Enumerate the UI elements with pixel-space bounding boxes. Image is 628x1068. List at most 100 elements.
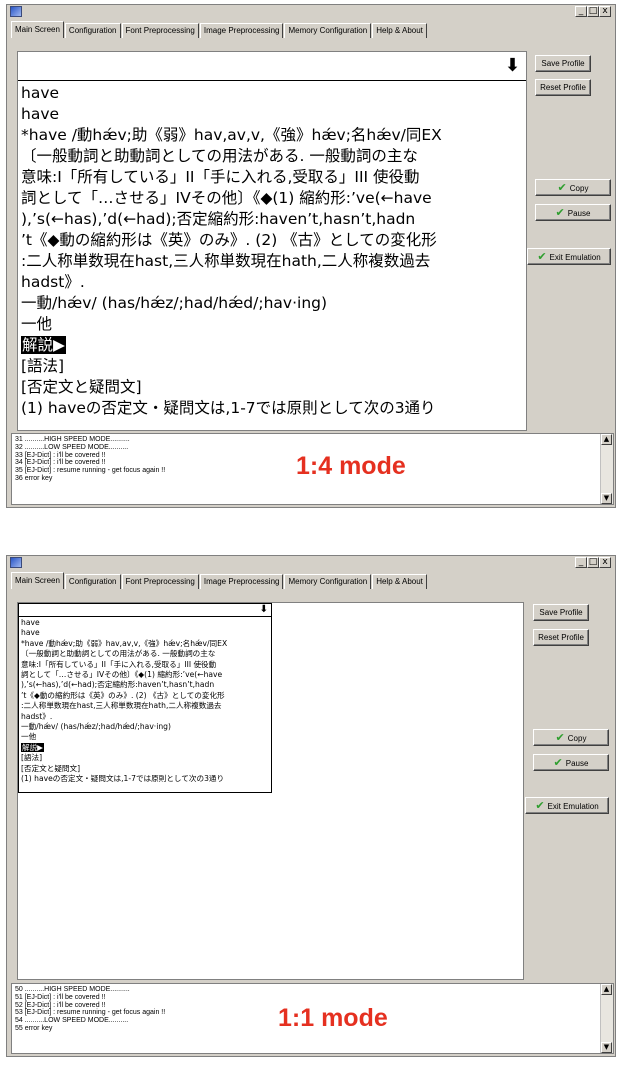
check-icon: ✔ (555, 206, 565, 219)
tab-main-screen[interactable]: Main Screen (11, 21, 64, 38)
log-line: 50 ..........HIGH SPEED MODE.......... (15, 986, 130, 993)
device-screen-1x1: ⬇ have have *have /動hǽv;助《弱》hav,av,v,《強》… (18, 603, 272, 793)
maximize-button[interactable]: □ (587, 557, 599, 568)
dict-line: hadst》. (21, 711, 53, 721)
dict-line: 解説▶ (21, 335, 523, 356)
commentary-badge: 解説▶ (21, 742, 45, 752)
dict-line: have (21, 628, 40, 638)
emulator-screen[interactable]: ⬇ have have *have /動hǽv;助《弱》hav,av,v,《強》… (17, 51, 527, 431)
scroll-down-icon[interactable]: ▼ (601, 493, 612, 504)
down-arrow-icon: ⬇ (259, 604, 268, 615)
commentary-badge: 解説▶ (21, 336, 66, 354)
tab-configuration[interactable]: Configuration (64, 23, 121, 38)
mode-caption-2: 1:1 mode (278, 1004, 388, 1032)
dict-line: 一動/hǽv/ (has/hǽz/;had/hǽd/;hav·ing) (21, 294, 328, 312)
dict-line: have (21, 105, 60, 123)
dict-line: *have /動hǽv;助《弱》hav,av,v,《強》hǽv;名hǽv/同EX (21, 126, 442, 144)
dict-line: ),’s(←has),’d(←had);否定縮約形:haven’t,hasn’t… (21, 210, 416, 228)
check-icon: ✔ (557, 181, 567, 194)
close-button[interactable]: x (599, 6, 611, 17)
app-icon (10, 557, 22, 568)
dict-line: hadst》. (21, 273, 85, 291)
dict-line: have (21, 618, 40, 627)
close-button[interactable]: x (599, 557, 611, 568)
dict-line: ),’s(←has),’d(←had);否定縮約形:haven’t,hasn’t… (21, 680, 215, 690)
dict-line: 一他 (21, 732, 37, 742)
reset-profile-button[interactable]: Reset Profile (535, 79, 591, 96)
emulator-screen[interactable]: ⬇ have have *have /動hǽv;助《弱》hav,av,v,《強》… (17, 602, 524, 980)
window-controls: _ □ x (575, 557, 611, 568)
dict-line: 意味:I「所有している」II「手に入れる,受取る」III 使役動 (21, 659, 217, 669)
title-bar[interactable]: _ □ x (7, 556, 615, 570)
window-controls: _ □ x (575, 6, 611, 17)
dict-line: (1) haveの否定文・疑問文は,1-7では原則として次の3通り (21, 399, 436, 417)
exit-emulation-button[interactable]: ✔ Exit Emulation (527, 248, 611, 265)
screen-header-bar: ⬇ (18, 52, 526, 81)
tab-configuration[interactable]: Configuration (64, 574, 121, 589)
dict-line: ’t《◆動の縮約形は《英》のみ》. (2) 《古》としての変化形 (21, 690, 225, 700)
check-icon: ✔ (535, 799, 545, 812)
dict-line: 〔一般動詞と助動詞としての用法がある. 一般動詞の主な (21, 649, 216, 659)
tab-main-screen[interactable]: Main Screen (11, 572, 64, 589)
dict-line: [語法] (21, 357, 65, 375)
tab-bar: Main Screen Configuration Font Preproces… (11, 21, 428, 38)
pause-label: Pause (565, 759, 589, 768)
dictionary-text: have have *have /動hǽv;助《弱》hav,av,v,《強》hǽ… (18, 81, 526, 421)
tab-font-preprocessing[interactable]: Font Preprocessing (121, 23, 199, 38)
tab-font-preprocessing[interactable]: Font Preprocessing (121, 574, 199, 589)
minimize-button[interactable]: _ (575, 557, 587, 568)
tab-image-preprocessing[interactable]: Image Preprocessing (199, 23, 284, 38)
tab-memory-configuration[interactable]: Memory Configuration (284, 23, 372, 38)
tab-help-about[interactable]: Help & About (372, 23, 427, 38)
log-scrollbar[interactable]: ▲ ▼ (600, 434, 613, 504)
tab-image-preprocessing[interactable]: Image Preprocessing (199, 574, 284, 589)
scroll-up-icon[interactable]: ▲ (601, 984, 612, 995)
pause-button[interactable]: ✔ Pause (533, 754, 609, 771)
log-line: 32 ..........LOW SPEED MODE.......... (15, 443, 129, 451)
tab-bar: Main Screen Configuration Font Preproces… (11, 572, 428, 589)
dictionary-text: have have *have /動hǽv;助《弱》hav,av,v,《強》hǽ… (19, 617, 271, 786)
scroll-down-icon[interactable]: ▼ (601, 1042, 612, 1053)
screen-header-bar: ⬇ (19, 604, 271, 617)
dict-line: 意味:I「所有している」II「手に入れる,受取る」III 使役動 (21, 168, 420, 186)
dict-line: 一動/hǽv/ (has/hǽz/;had/hǽd/;hav·ing) (21, 722, 171, 732)
save-profile-button[interactable]: Save Profile (533, 604, 589, 621)
mode-caption-1: 1:4 mode (296, 452, 406, 480)
dict-line: :二人称単数現在hast,三人称単数現在hath,二人称複数過去 (21, 701, 222, 711)
emulator-window-2: _ □ x Main Screen Configuration Font Pre… (6, 555, 616, 1057)
dict-line: ’t《◆動の縮約形は《英》のみ》. (2) 《古》としての変化形 (21, 231, 437, 249)
log-line: 51 [EJ-Dict] : i'll be covered !! (15, 993, 106, 1001)
title-bar[interactable]: _ □ x (7, 5, 615, 19)
log-line: 31 ..........HIGH SPEED MODE.......... (15, 436, 130, 443)
dict-line: [否定文と疑問文] (21, 378, 142, 396)
dict-line: 一他 (21, 315, 53, 333)
reset-profile-button[interactable]: Reset Profile (533, 629, 589, 646)
log-scrollbar[interactable]: ▲ ▼ (600, 984, 613, 1053)
tab-memory-configuration[interactable]: Memory Configuration (284, 574, 372, 589)
dict-line: [否定文と疑問文] (21, 763, 81, 773)
dict-line: have (21, 84, 60, 102)
scroll-up-icon[interactable]: ▲ (601, 434, 612, 445)
tab-help-about[interactable]: Help & About (372, 574, 427, 589)
dict-line: 詞として「…させる」IVその他〕《◆(1) 縮約形:’ve(←have (21, 670, 223, 680)
check-icon: ✔ (537, 250, 547, 263)
check-icon: ✔ (555, 731, 565, 744)
pause-label: Pause (567, 209, 591, 218)
emulator-window-1: _ □ x Main Screen Configuration Font Pre… (6, 4, 616, 508)
copy-label: Copy (569, 184, 589, 193)
dict-line: 詞として「…させる」IVその他〕《◆(1) 縮約形:’ve(←have (21, 189, 432, 207)
minimize-button[interactable]: _ (575, 6, 587, 17)
dict-line: *have /動hǽv;助《弱》hav,av,v,《強》hǽv;名hǽv/同EX (21, 638, 228, 648)
app-icon (10, 6, 22, 17)
check-icon: ✔ (553, 756, 563, 769)
exit-emulation-label: Exit Emulation (547, 802, 599, 811)
copy-button[interactable]: ✔ Copy (533, 729, 609, 746)
copy-button[interactable]: ✔ Copy (535, 179, 611, 196)
dict-line: 解説▶ (21, 742, 269, 753)
dict-line: :二人称単数現在hast,三人称単数現在hath,二人称複数過去 (21, 252, 431, 270)
exit-emulation-button[interactable]: ✔ Exit Emulation (525, 797, 609, 814)
save-profile-button[interactable]: Save Profile (535, 55, 591, 72)
copy-label: Copy (567, 734, 587, 743)
maximize-button[interactable]: □ (587, 6, 599, 17)
pause-button[interactable]: ✔ Pause (535, 204, 611, 221)
